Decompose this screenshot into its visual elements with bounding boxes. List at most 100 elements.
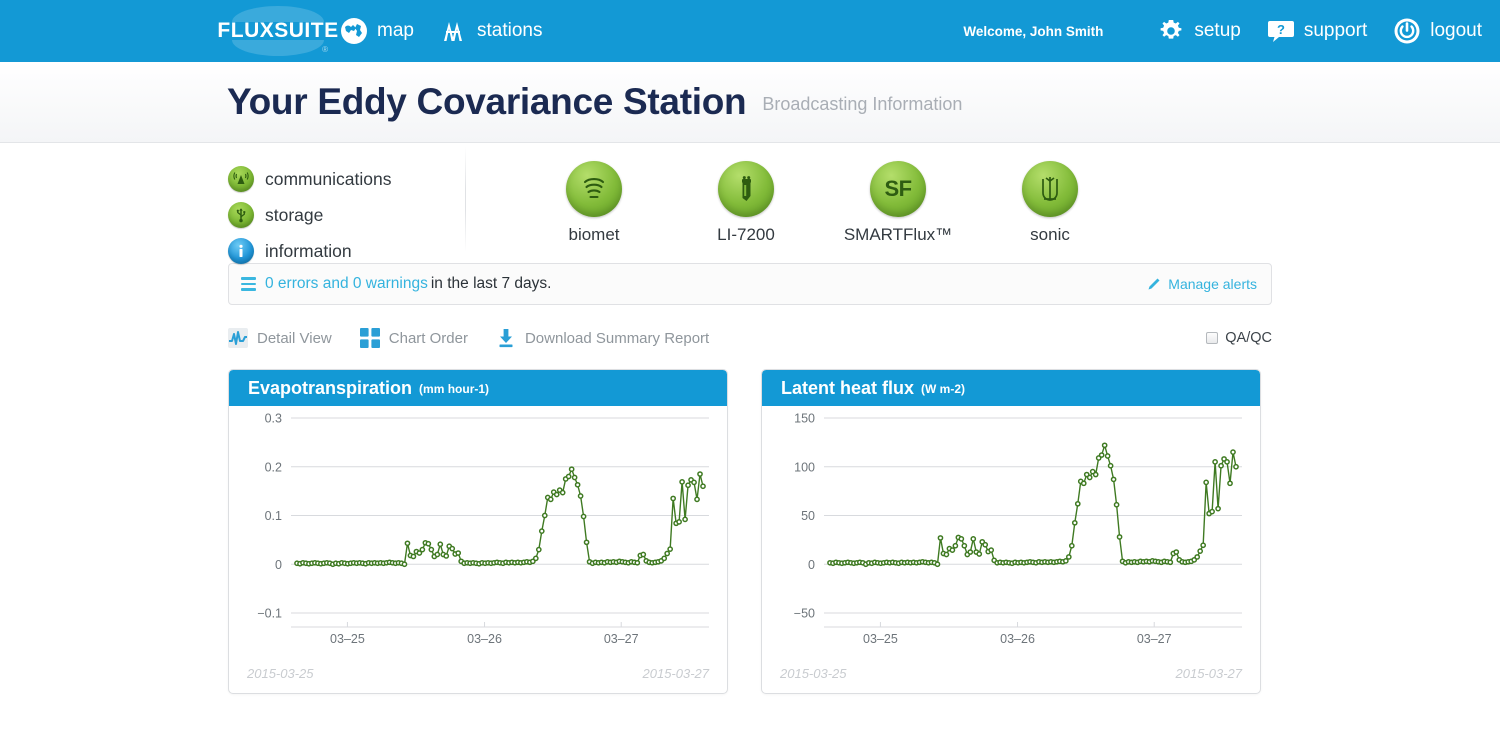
chart-start-date: 2015-03-25 — [780, 665, 847, 681]
alerts-summary-bar: 0 errors and 0 warnings in the last 7 da… — [228, 263, 1272, 305]
nav-item-support-label: support — [1303, 20, 1368, 41]
detail-view-button[interactable]: Detail View — [228, 328, 332, 348]
chart-order-button[interactable]: Chart Order — [359, 328, 468, 348]
sf-icon-glyph: SF — [884, 176, 912, 201]
chart-card-footer: 2015-03-25 2015-03-27 — [762, 657, 1260, 693]
status-item-information[interactable]: information — [228, 233, 460, 269]
chart-order-label: Chart Order — [388, 329, 468, 347]
svg-text:03–25: 03–25 — [330, 632, 365, 646]
svg-text:−0.1: −0.1 — [257, 607, 282, 621]
chart-title: Evapotranspiration — [248, 377, 413, 398]
chart-toolbar: Detail View Chart Order Download Summary… — [228, 323, 1272, 353]
vertical-divider — [465, 147, 466, 252]
svg-text:100: 100 — [794, 460, 815, 474]
download-icon — [496, 328, 516, 348]
nav-item-map-label: map — [377, 20, 414, 41]
page-title: Your Eddy Covariance Station — [227, 81, 747, 122]
device-biomet-label: biomet — [568, 225, 620, 244]
usb-icon — [228, 202, 254, 228]
gear-icon — [1157, 17, 1185, 45]
download-summary-report-button[interactable]: Download Summary Report — [496, 328, 709, 348]
chart-card-header: Latent heat flux (W m-2) — [762, 370, 1260, 406]
status-item-storage[interactable]: storage — [228, 197, 460, 233]
svg-text:03–26: 03–26 — [1000, 632, 1035, 646]
chart-end-date: 2015-03-27 — [1175, 665, 1243, 681]
chart-end-date: 2015-03-27 — [642, 665, 710, 681]
download-summary-report-label: Download Summary Report — [524, 329, 710, 347]
nav-item-support[interactable]: ? support — [1267, 17, 1367, 45]
biomet-icon — [566, 161, 622, 217]
device-smartflux-label: SMARTFlux™ — [843, 225, 953, 244]
svg-text:0.2: 0.2 — [265, 460, 282, 474]
antenna-icon — [228, 166, 254, 192]
chart-card-footer: 2015-03-25 2015-03-27 — [229, 657, 727, 693]
logo-registered-mark: ® — [322, 45, 328, 54]
device-sonic[interactable]: sonic — [974, 161, 1126, 245]
svg-text:0: 0 — [808, 558, 815, 572]
detail-view-label: Detail View — [257, 329, 332, 347]
status-indicator-list: communications storage information — [228, 161, 460, 269]
svg-text:−50: −50 — [794, 607, 815, 621]
chart-start-date: 2015-03-25 — [247, 665, 314, 681]
nav-item-setup[interactable]: setup — [1157, 17, 1241, 45]
welcome-message: Welcome, John Smith — [963, 23, 1104, 39]
chart-units: (mm hour-1) — [419, 382, 490, 396]
svg-text:?: ? — [1277, 22, 1285, 37]
svg-text:50: 50 — [801, 509, 815, 523]
chart-detail-icon — [228, 328, 248, 348]
svg-text:03–26: 03–26 — [467, 632, 502, 646]
chart-svg: 150 100 50 0 −50 03–25 03–26 03–27 — [794, 412, 1242, 646]
nav-item-stations-label: stations — [476, 20, 543, 41]
power-icon — [1393, 17, 1421, 45]
status-item-communications-label: communications — [265, 168, 392, 189]
device-smartflux[interactable]: SF SMARTFlux™ — [822, 161, 974, 245]
nav-item-stations[interactable]: stations — [440, 17, 542, 45]
chart-units: (W m-2) — [921, 382, 966, 396]
pencil-icon — [1146, 277, 1161, 292]
svg-text:03–25: 03–25 — [863, 632, 898, 646]
top-navigation-bar: FLUXSUITE ® map stations Welcome, John S… — [0, 0, 1500, 62]
nav-item-logout-label: logout — [1430, 20, 1482, 41]
device-status-list: biomet LI-7200 SF SMARTFlux™ sonic — [518, 161, 1126, 245]
info-icon — [228, 238, 254, 264]
manage-alerts-link[interactable]: Manage alerts — [1146, 276, 1257, 292]
chart-plot-area[interactable]: 0.3 0.2 0.1 0 −0.1 03–25 03–26 03–27 — [229, 406, 727, 657]
status-item-storage-label: storage — [265, 204, 324, 225]
device-li7200-label: LI-7200 — [717, 225, 775, 244]
analyzer-icon — [718, 161, 774, 217]
svg-text:0.1: 0.1 — [265, 509, 282, 523]
qaqc-checkbox[interactable] — [1206, 332, 1219, 344]
device-sonic-label: sonic — [1030, 225, 1070, 244]
svg-text:03–27: 03–27 — [1137, 632, 1172, 646]
status-item-information-label: information — [265, 240, 352, 261]
grid-squares-icon — [359, 328, 380, 348]
primary-nav-links: map stations — [340, 17, 542, 45]
chart-card-header: Evapotranspiration (mm hour-1) — [229, 370, 727, 406]
fluxsuite-logo[interactable]: FLUXSUITE ® — [217, 2, 338, 60]
chart-svg: 0.3 0.2 0.1 0 −0.1 03–25 03–26 03–27 — [257, 412, 709, 646]
svg-text:03–27: 03–27 — [604, 632, 639, 646]
chart-title: Latent heat flux — [781, 377, 915, 398]
qaqc-toggle[interactable]: QA/QC — [1206, 330, 1272, 346]
chart-plot-area[interactable]: 150 100 50 0 −50 03–25 03–26 03–27 — [762, 406, 1260, 657]
logo-text: FLUXSUITE — [217, 19, 339, 42]
hamburger-icon[interactable] — [241, 277, 256, 291]
chart-card-evapotranspiration: Evapotranspiration (mm hour-1) 0.3 0.2 0.1… — [228, 369, 728, 694]
nav-item-map[interactable]: map — [340, 17, 414, 45]
help-bubble-icon: ? — [1267, 17, 1295, 45]
station-status-row: communications storage information biome… — [0, 143, 1500, 264]
page-title-band: Your Eddy Covariance Station Broadcastin… — [0, 62, 1500, 143]
page-subtitle: Broadcasting Information — [762, 93, 963, 114]
device-li7200[interactable]: LI-7200 — [670, 161, 822, 245]
alerts-period-text: in the last 7 days. — [430, 275, 552, 292]
alerts-count-text[interactable]: 0 errors and 0 warnings — [265, 275, 428, 293]
device-biomet[interactable]: biomet — [518, 161, 670, 245]
globe-icon — [340, 17, 368, 45]
nav-item-setup-label: setup — [1194, 20, 1241, 41]
nav-item-logout[interactable]: logout — [1393, 17, 1482, 45]
status-item-communications[interactable]: communications — [228, 161, 460, 197]
towers-icon — [440, 17, 468, 45]
svg-text:150: 150 — [794, 412, 815, 426]
sonic-icon — [1022, 161, 1078, 217]
svg-text:0.3: 0.3 — [265, 412, 282, 426]
